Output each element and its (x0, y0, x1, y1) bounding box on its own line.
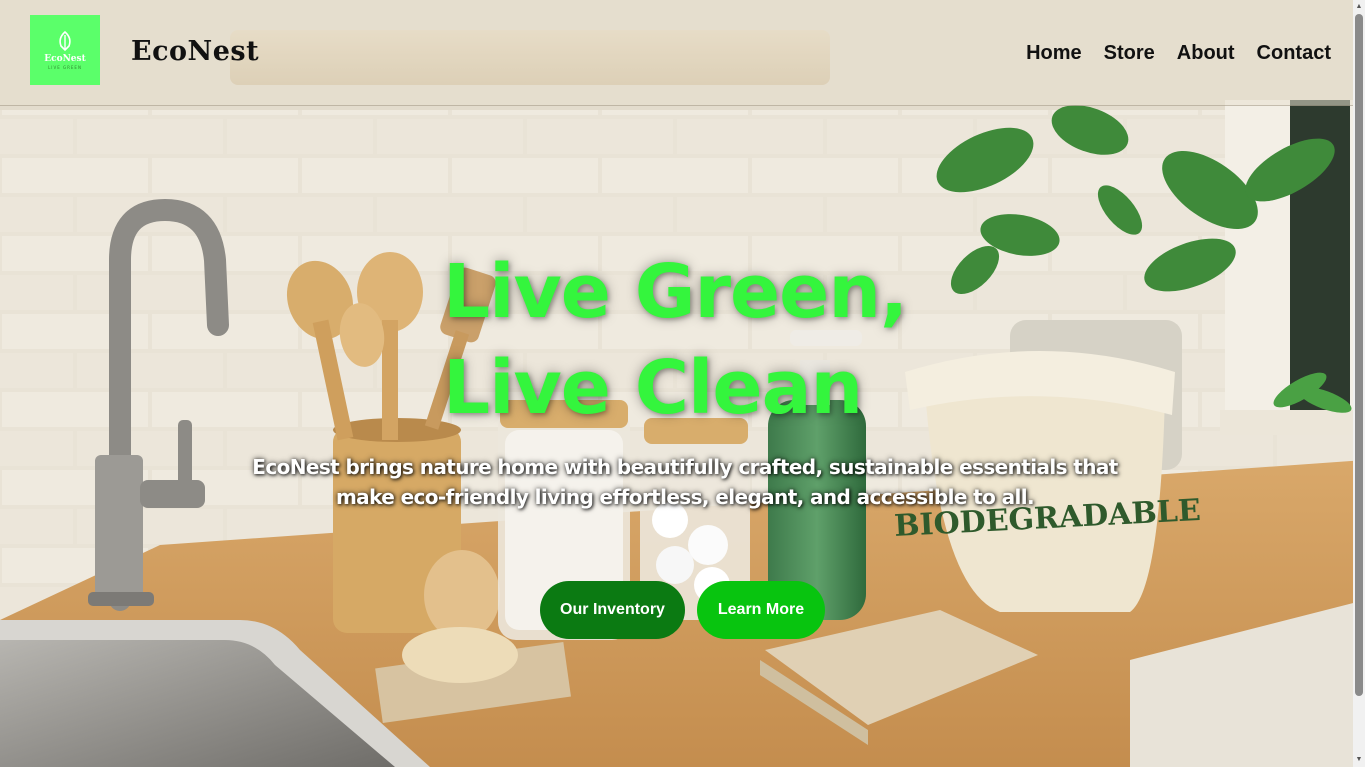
hero-subtitle-line1: EcoNest brings nature home with beautifu… (252, 455, 1118, 479)
nav-contact[interactable]: Contact (1257, 42, 1331, 65)
brand-name[interactable]: EcoNest (131, 36, 259, 67)
hero-subtitle: EcoNest brings nature home with beautifu… (250, 452, 1120, 512)
learn-more-button[interactable]: Learn More (697, 581, 825, 639)
scrollbar-thumb[interactable] (1355, 14, 1363, 696)
hero-title: Live Green, Live Clean (443, 244, 1003, 436)
logo-tagline: LIVE GREEN (48, 65, 82, 70)
page-scrollbar[interactable]: ▲ ▼ (1353, 0, 1365, 767)
hero-title-line1: Live Green, (443, 249, 908, 335)
nav-about[interactable]: About (1177, 42, 1235, 65)
nav-home[interactable]: Home (1026, 42, 1082, 65)
logo-leaf-icon (59, 30, 71, 52)
logo-text: EcoNest (44, 54, 86, 64)
scroll-down-arrow-icon[interactable]: ▼ (1355, 755, 1363, 765)
our-inventory-button[interactable]: Our Inventory (540, 581, 685, 639)
main-nav: Home Store About Contact (1026, 42, 1331, 65)
nav-store[interactable]: Store (1104, 42, 1155, 65)
site-header: EcoNest LIVE GREEN EcoNest Home Store Ab… (0, 0, 1353, 106)
scroll-up-arrow-icon[interactable]: ▲ (1355, 2, 1363, 12)
hero-subtitle-line2: make eco-friendly living effortless, ele… (335, 485, 1035, 509)
hero-title-line2: Live Clean (443, 345, 863, 431)
site-logo[interactable]: EcoNest LIVE GREEN (30, 15, 100, 85)
